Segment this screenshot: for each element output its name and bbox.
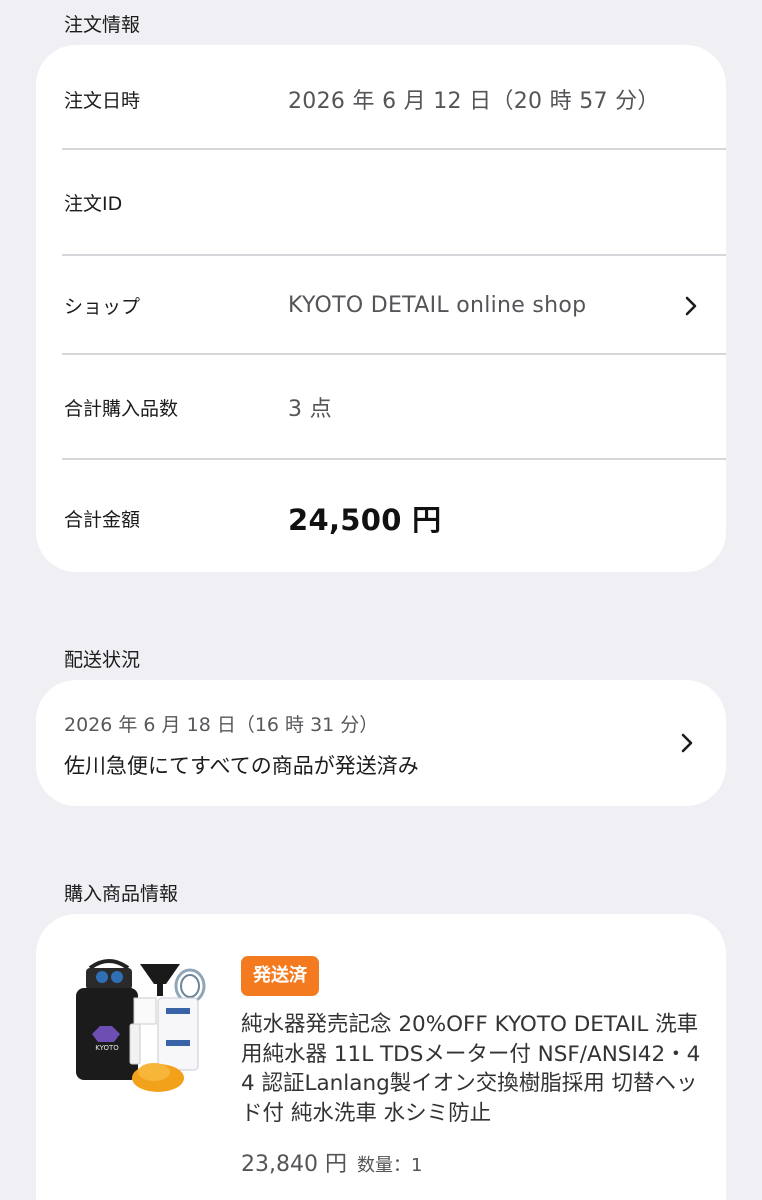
shop-label: ショップ — [64, 295, 141, 318]
total-amount-value: 24,500 円 — [288, 503, 442, 537]
shipping-date: 2026 年 6 月 18 日（16 時 31 分） — [64, 714, 379, 736]
shipped-badge: 発送済 — [241, 956, 319, 996]
product-image[interactable]: KYOTO — [62, 950, 214, 1110]
divider — [62, 353, 726, 355]
order-info-card: 注文日時 2026 年 6 月 12 日（20 時 57 分） 注文ID ショッ… — [36, 45, 726, 572]
total-amount-row: 合計金額 24,500 円 — [62, 492, 726, 544]
svg-text:KYOTO: KYOTO — [95, 1044, 119, 1052]
item-count-value: 3 点 — [288, 397, 332, 422]
chevron-right-icon[interactable] — [676, 732, 698, 754]
total-amount-label: 合計金額 — [64, 508, 141, 531]
order-id-row: 注文ID — [62, 178, 726, 226]
shop-value[interactable]: KYOTO DETAIL online shop — [288, 293, 586, 318]
order-date-row: 注文日時 2026 年 6 月 12 日（20 時 57 分） — [62, 75, 726, 123]
order-info-title: 注文情報 — [64, 14, 141, 36]
shop-row[interactable]: ショップ KYOTO DETAIL online shop — [62, 281, 726, 329]
divider — [62, 148, 726, 150]
product-quantity: 数量：1 — [356, 1155, 423, 1176]
product-price: 23,840 円 — [241, 1152, 347, 1177]
shipping-card[interactable]: 2026 年 6 月 18 日（16 時 31 分） 佐川急便にてすべての商品が… — [36, 680, 726, 806]
shipping-status: 佐川急便にてすべての商品が発送済み — [64, 754, 419, 778]
order-id-label: 注文ID — [64, 192, 123, 215]
chevron-right-icon[interactable] — [680, 295, 702, 317]
shipping-title: 配送状況 — [64, 649, 141, 671]
product-title[interactable]: 純水器発売記念 20%OFF KYOTO DETAIL 洗車用純水器 11L T… — [241, 1010, 711, 1128]
order-date-value: 2026 年 6 月 12 日（20 時 57 分） — [288, 89, 660, 114]
item-count-row: 合計購入品数 3 点 — [62, 383, 726, 431]
item-count-label: 合計購入品数 — [64, 397, 179, 420]
order-date-label: 注文日時 — [64, 89, 141, 112]
price-line: 23,840 円数量：1 — [241, 1146, 422, 1178]
product-card[interactable]: KYOTO 発送済 純水器発売記念 20%OFF KYOTO DETAIL 洗車… — [36, 914, 726, 1200]
divider — [62, 254, 726, 256]
divider — [62, 458, 726, 460]
products-title: 購入商品情報 — [64, 883, 179, 905]
